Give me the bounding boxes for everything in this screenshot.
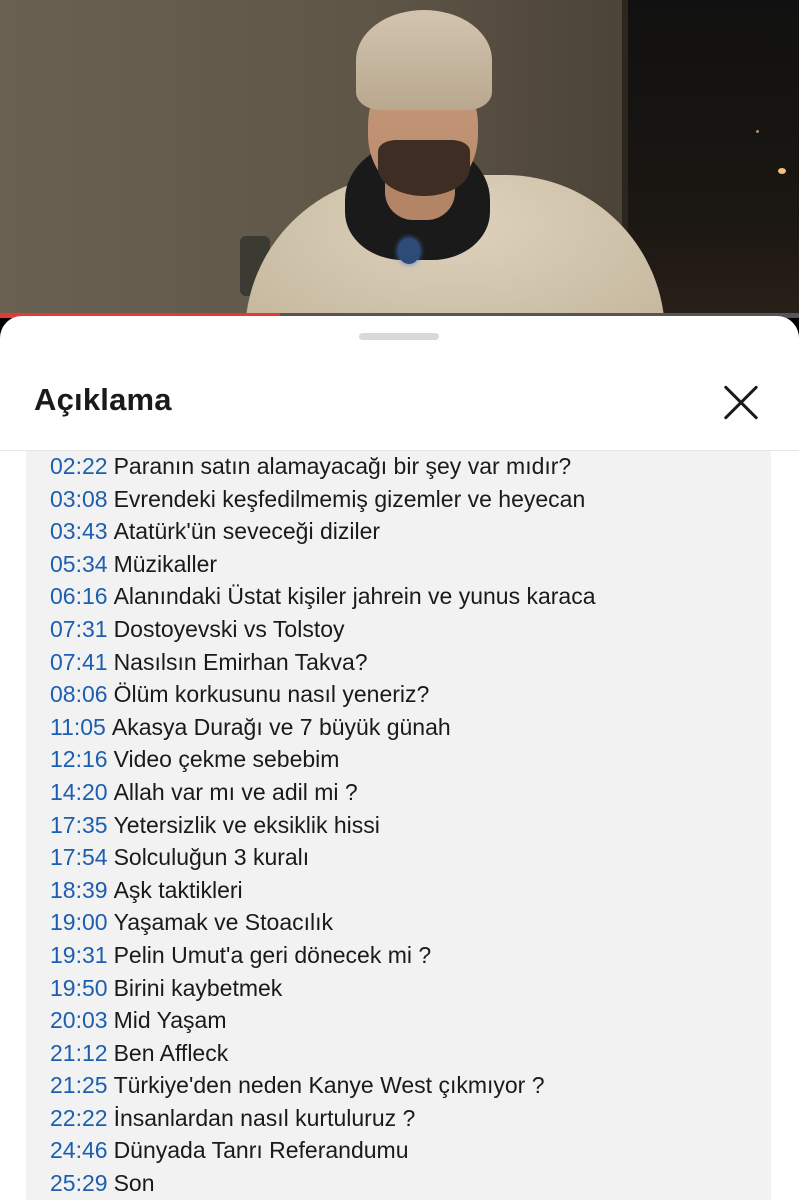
chapter-item: 07:31 Dostoyevski vs Tolstoy [50, 613, 770, 646]
lapel-microphone [398, 238, 420, 264]
beard [378, 140, 470, 196]
chapter-timestamp-link[interactable]: 25:29 [50, 1170, 108, 1196]
chapter-title: Evrendeki keşfedilmemiş gizemler ve heye… [113, 485, 586, 512]
chapter-title: Birini kaybetmek [113, 974, 283, 1001]
chapter-title: Müzikaller [113, 550, 218, 577]
chapter-item: 11:05 Akasya Durağı ve 7 büyük günah [50, 711, 770, 744]
chapter-title: Video çekme sebebim [113, 746, 340, 773]
chapter-timestamp-link[interactable]: 03:43 [50, 518, 108, 544]
chapter-item: 03:43 Atatürk'ün seveceği diziler [50, 515, 770, 548]
chapter-timestamp-link[interactable]: 19:00 [50, 909, 108, 935]
chapter-timestamp-link[interactable]: 03:08 [50, 486, 108, 512]
chapter-timestamp-link[interactable]: 17:35 [50, 812, 108, 838]
chapter-item: 24:46 Dünyada Tanrı Referandumu [50, 1134, 770, 1167]
chapter-timestamp-link[interactable]: 08:06 [50, 681, 108, 707]
chapter-title: Dünyada Tanrı Referandumu [113, 1137, 409, 1164]
chapter-title: Dostoyevski vs Tolstoy [113, 615, 345, 642]
chapter-timestamp-link[interactable]: 07:31 [50, 616, 108, 642]
chapter-timestamp-link[interactable]: 11:05 [50, 714, 106, 740]
distant-light [778, 168, 786, 174]
chapter-timestamp-link[interactable]: 24:46 [50, 1137, 108, 1163]
night-window [628, 0, 799, 318]
chapter-item: 07:41 Nasılsın Emirhan Takva? [50, 646, 770, 679]
chapter-timestamp-link[interactable]: 19:50 [50, 975, 108, 1001]
chapter-title: Alanındaki Üstat kişiler jahrein ve yunu… [113, 583, 596, 610]
chapter-title: Ben Affleck [113, 1039, 229, 1066]
chapter-timestamp-link[interactable]: 17:54 [50, 844, 108, 870]
chapter-timestamp-link[interactable]: 07:41 [50, 649, 108, 675]
chapter-title: Son [113, 1170, 155, 1197]
chapter-item: 18:39 Aşk taktikleri [50, 874, 770, 907]
chapter-title: Allah var mı ve adil mi ? [113, 778, 358, 805]
chapter-item: 21:25 Türkiye'den neden Kanye West çıkmıy… [50, 1069, 770, 1102]
chapter-list: 02:22 Paranın satın alamayacağı bir şey v… [50, 450, 770, 1200]
chapter-timestamp-link[interactable]: 18:39 [50, 877, 108, 903]
video-player[interactable] [0, 0, 799, 318]
beanie [356, 10, 492, 110]
sheet-drag-handle[interactable] [359, 333, 439, 340]
chapter-title: Paranın satın alamayacağı bir şey var mı… [113, 453, 572, 479]
chapter-item: 20:03 Mid Yaşam [50, 1004, 770, 1037]
description-sheet: Açıklama 02:22 Paranın satın alamayacağı … [0, 316, 799, 1200]
chapter-item: 05:34 Müzikaller [50, 548, 770, 581]
chapter-timestamp-link[interactable]: 21:25 [50, 1072, 108, 1098]
chapter-item: 12:16 Video çekme sebebim [50, 743, 770, 776]
chapter-item: 22:22 İnsanlardan nasıl kurtuluruz ? [50, 1102, 770, 1135]
distant-light [756, 130, 759, 133]
chapter-timestamp-link[interactable]: 21:12 [50, 1040, 108, 1066]
chapter-item: 03:08 Evrendeki keşfedilmemiş gizemler ve… [50, 483, 770, 516]
chapter-item: 25:29 Son [50, 1167, 770, 1200]
chapter-timestamp-link[interactable]: 12:16 [50, 746, 108, 772]
chapter-title: Nasılsın Emirhan Takva? [113, 648, 368, 675]
chapter-title: Pelin Umut'a geri dönecek mi ? [113, 941, 432, 968]
chapter-title: Solculuğun 3 kuralı [113, 844, 310, 871]
close-button[interactable] [716, 378, 766, 428]
chapter-item: 17:35 Yetersizlik ve eksiklik hissi [50, 809, 770, 842]
chapter-title: Türkiye'den neden Kanye West çıkmıyor ? [113, 1072, 545, 1099]
chapter-timestamp-link[interactable]: 14:20 [50, 779, 108, 805]
chapter-item: 17:54 Solculuğun 3 kuralı [50, 841, 770, 874]
chapter-item: 19:00 Yaşamak ve Stoacılık [50, 906, 770, 939]
chapter-title: İnsanlardan nasıl kurtuluruz ? [113, 1104, 416, 1131]
chapter-title: Yetersizlik ve eksiklik hissi [113, 811, 380, 838]
sheet-title: Açıklama [34, 382, 172, 417]
chapter-timestamp-link[interactable]: 20:03 [50, 1007, 108, 1033]
chapter-timestamp-link[interactable]: 22:22 [50, 1105, 108, 1131]
chapter-item: 21:12 Ben Affleck [50, 1037, 770, 1070]
chapter-timestamp-link[interactable]: 05:34 [50, 551, 108, 577]
chapter-item: 19:50 Birini kaybetmek [50, 972, 770, 1005]
chapter-timestamp-link[interactable]: 06:16 [50, 583, 108, 609]
chapter-title: Yaşamak ve Stoacılık [113, 909, 334, 936]
chapter-item: 06:16 Alanındaki Üstat kişiler jahrein ve… [50, 580, 770, 613]
chapter-title: Akasya Durağı ve 7 büyük günah [111, 713, 451, 740]
chapter-item: 02:22 Paranın satın alamayacağı bir şey v… [50, 450, 770, 483]
chapter-title: Aşk taktikleri [113, 876, 243, 903]
chapter-item: 19:31 Pelin Umut'a geri dönecek mi ? [50, 939, 770, 972]
chapter-title: Ölüm korkusunu nasıl yeneriz? [113, 681, 430, 708]
chapter-title: Atatürk'ün seveceği diziler [113, 518, 381, 545]
chapter-title: Mid Yaşam [113, 1007, 227, 1034]
chapter-timestamp-link[interactable]: 02:22 [50, 453, 108, 479]
chapter-item: 08:06 Ölüm korkusunu nasıl yeneriz? [50, 678, 770, 711]
chapter-timestamp-link[interactable]: 19:31 [50, 942, 108, 968]
chapter-item: 14:20 Allah var mı ve adil mi ? [50, 776, 770, 809]
